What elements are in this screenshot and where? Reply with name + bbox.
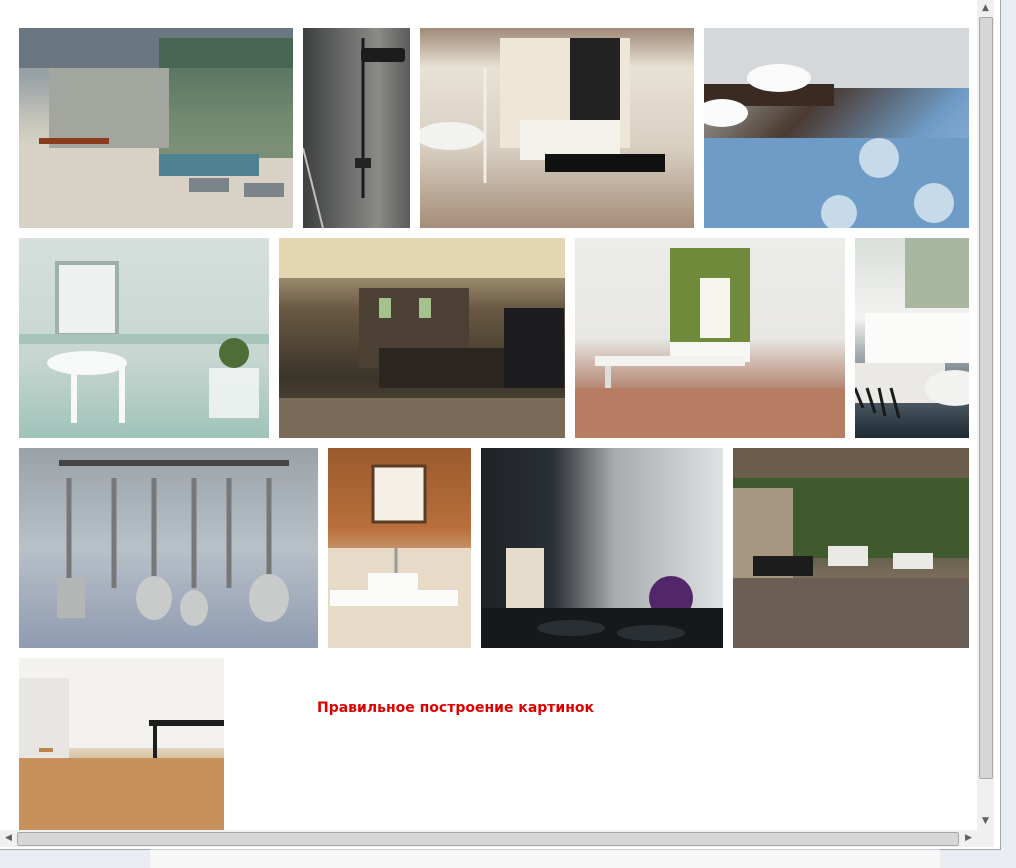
vertical-scroll-thumb[interactable] <box>979 17 993 779</box>
mint-bathroom-illustration <box>19 261 269 423</box>
mosaic-illustration <box>328 464 471 648</box>
arrow-up-icon[interactable]: ▲ <box>977 0 994 17</box>
arrow-down-icon[interactable]: ▼ <box>977 813 994 830</box>
blue-pattern-floor-bathroom-photo <box>704 28 969 228</box>
modern-villa-terrace-photo <box>19 28 293 228</box>
page-content: Правильное построение картинок <box>0 0 977 830</box>
kitchen-utensils-hexagon-tiles-photo <box>19 448 318 648</box>
sinks-illustration <box>420 38 665 183</box>
red-message: Правильное построение картинок <box>317 700 594 716</box>
green-accent-living-room-photo <box>575 238 845 438</box>
orange-mosaic-washbasin-photo <box>328 448 471 648</box>
browser-window: Правильное построение картинок ▲ ▼ ◀ ▶ <box>0 0 1001 850</box>
herringbone-wood-floor-kitchen-photo <box>19 658 224 830</box>
kitchen-illustration <box>481 548 723 648</box>
dark-shower-tiles-photo <box>303 28 410 228</box>
beige-bathroom-sinks-photo <box>420 28 694 228</box>
kitchen-black-white-tiles-photo <box>481 448 723 648</box>
open-living-space-fireplace-photo <box>733 448 969 648</box>
background-window-edge <box>150 849 940 868</box>
sofa-illustration <box>855 238 969 419</box>
arrow-left-icon[interactable]: ◀ <box>0 830 17 847</box>
brown-tile-spa-bath-photo <box>279 238 565 438</box>
blue-floor-illustration <box>704 28 969 228</box>
shower-illustration <box>303 38 405 228</box>
living-room-illustration <box>575 248 845 438</box>
utensils-illustration <box>57 460 289 626</box>
vertical-scrollbar[interactable]: ▲ ▼ <box>977 0 994 830</box>
spa-illustration <box>279 238 565 438</box>
horizontal-scrollbar[interactable]: ◀ ▶ <box>0 830 977 847</box>
open-space-illustration <box>733 448 969 648</box>
white-sofa-zebra-rug-photo <box>855 238 969 438</box>
horizontal-scroll-thumb[interactable] <box>17 832 959 846</box>
arrow-right-icon[interactable]: ▶ <box>960 830 977 847</box>
wood-floor-illustration <box>19 658 224 830</box>
scroll-corner <box>977 830 994 847</box>
villa-illustration <box>19 28 293 228</box>
mint-bathroom-washbasin-photo <box>19 238 269 438</box>
